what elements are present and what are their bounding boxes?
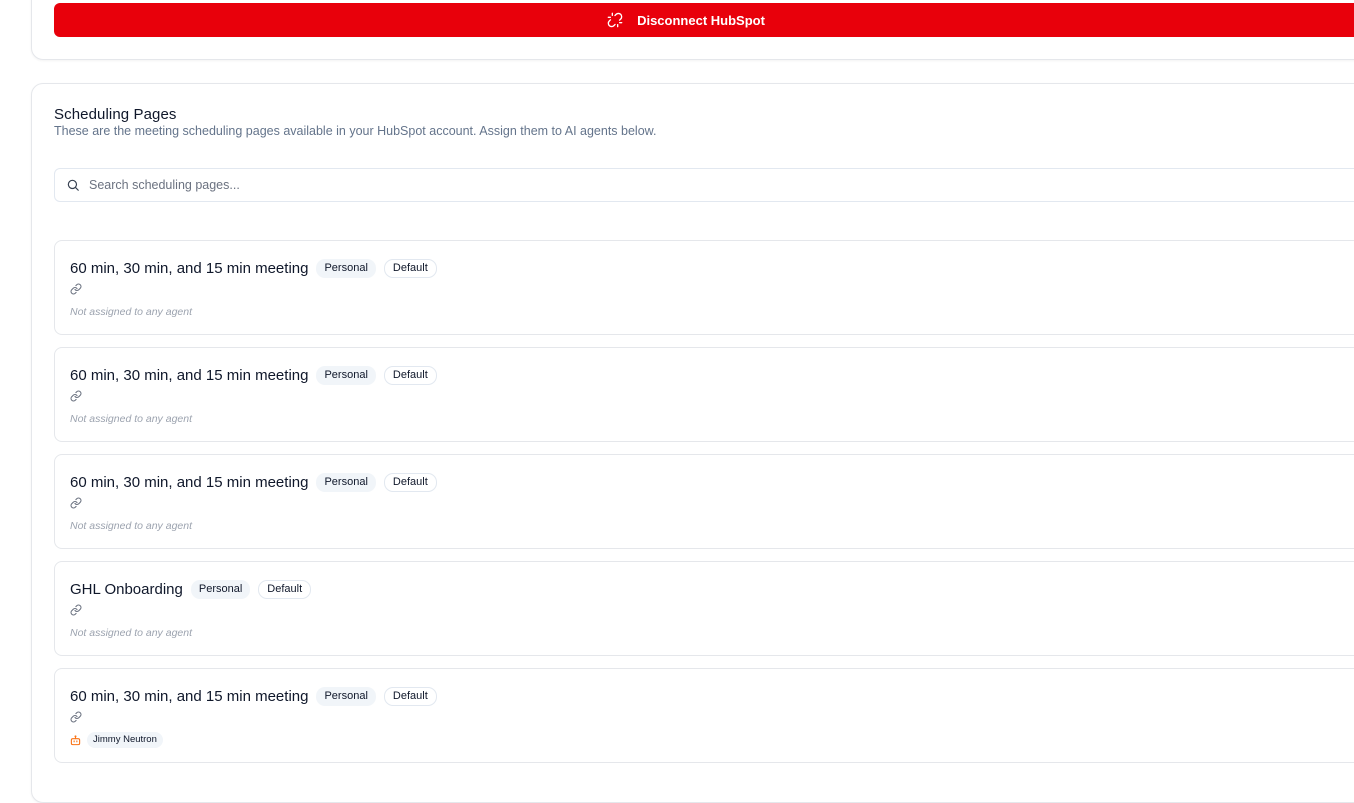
default-badge: Default xyxy=(383,686,437,706)
section-title: Scheduling Pages xyxy=(54,106,177,123)
search-icon xyxy=(67,179,79,191)
default-badge: Default xyxy=(383,258,437,278)
link-icon[interactable] xyxy=(70,604,82,616)
link-icon[interactable] xyxy=(70,497,82,509)
page-title: 60 min, 30 min, and 15 min meeting xyxy=(70,259,309,277)
scheduling-page-item[interactable]: 60 min, 30 min, and 15 min meeting Perso… xyxy=(54,454,1354,549)
scheduling-page-item[interactable]: 60 min, 30 min, and 15 min meeting Perso… xyxy=(54,347,1354,442)
personal-badge: Personal xyxy=(316,472,376,492)
default-badge: Default xyxy=(383,472,437,492)
page-title: GHL Onboarding xyxy=(70,580,183,598)
personal-badge: Personal xyxy=(316,258,376,278)
scheduling-page-item[interactable]: 60 min, 30 min, and 15 min meeting Perso… xyxy=(54,240,1354,335)
scheduling-page-item[interactable]: 60 min, 30 min, and 15 min meeting Perso… xyxy=(54,668,1354,763)
search-input[interactable] xyxy=(89,169,1289,201)
assignment-status: Not assigned to any agent xyxy=(70,627,193,639)
page-title: 60 min, 30 min, and 15 min meeting xyxy=(70,687,309,705)
link-icon[interactable] xyxy=(70,711,82,723)
scheduling-page-item[interactable]: GHL Onboarding Personal Default Not assi… xyxy=(54,561,1354,656)
item-header: 60 min, 30 min, and 15 min meeting Perso… xyxy=(70,257,437,279)
assignment-status: Not assigned to any agent xyxy=(70,520,193,532)
personal-badge: Personal xyxy=(316,365,376,385)
agent-badge[interactable]: Jimmy Neutron xyxy=(87,732,163,748)
assignment-status: Not assigned to any agent xyxy=(70,306,193,318)
search-box xyxy=(54,168,1354,202)
disconnect-button-content: Disconnect HubSpot xyxy=(607,12,765,28)
item-header: 60 min, 30 min, and 15 min meeting Perso… xyxy=(70,471,437,493)
disconnect-hubspot-button[interactable]: Disconnect HubSpot xyxy=(54,3,1354,37)
item-header: GHL Onboarding Personal Default xyxy=(70,578,312,600)
disconnect-button-label: Disconnect HubSpot xyxy=(637,12,765,28)
default-badge: Default xyxy=(383,365,437,385)
default-badge: Default xyxy=(258,579,312,599)
personal-badge: Personal xyxy=(190,579,251,599)
section-description: These are the meeting scheduling pages a… xyxy=(54,124,657,138)
item-header: 60 min, 30 min, and 15 min meeting Perso… xyxy=(70,364,437,386)
bot-icon xyxy=(70,734,81,745)
unlink-icon xyxy=(607,12,623,28)
assignment-status: Not assigned to any agent xyxy=(70,413,193,425)
assigned-agent: Jimmy Neutron xyxy=(70,732,163,748)
item-header: 60 min, 30 min, and 15 min meeting Perso… xyxy=(70,685,437,707)
link-icon[interactable] xyxy=(70,283,82,295)
link-icon[interactable] xyxy=(70,390,82,402)
page-title: 60 min, 30 min, and 15 min meeting xyxy=(70,366,309,384)
personal-badge: Personal xyxy=(316,686,376,706)
page-title: 60 min, 30 min, and 15 min meeting xyxy=(70,473,309,491)
